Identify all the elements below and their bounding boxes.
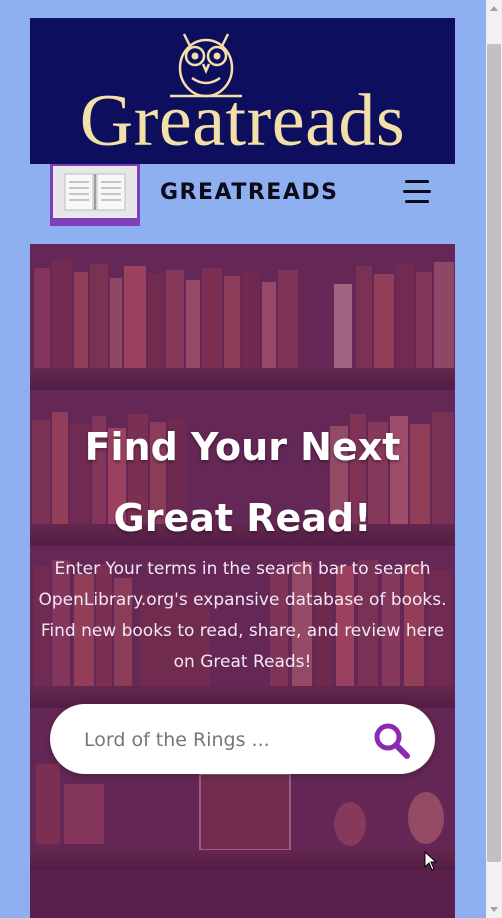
- page-scrollbar[interactable]: [486, 0, 502, 918]
- brand-name[interactable]: GREATREADS: [160, 180, 338, 205]
- site-banner: Greatreads: [30, 18, 455, 164]
- navbar: GREATREADS: [30, 164, 455, 244]
- greatreads-wordmark[interactable]: Greatreads: [30, 76, 455, 166]
- scroll-down-arrow-icon[interactable]: [490, 907, 498, 912]
- hero-section: Find Your Next Great Read! Enter Your te…: [30, 244, 455, 918]
- scroll-up-arrow-icon[interactable]: [490, 6, 498, 11]
- search-bar: [50, 704, 435, 774]
- open-book-icon[interactable]: [50, 164, 140, 226]
- page: Greatreads GREATREADS Find Your Next Gre…: [30, 18, 455, 918]
- hero-headline: Find Your Next Great Read!: [30, 412, 455, 554]
- search-input[interactable]: [82, 724, 346, 756]
- mouse-pointer-icon: [424, 851, 438, 871]
- headline-line-1: Find Your Next: [84, 425, 401, 469]
- book-pages-icon: [64, 173, 126, 211]
- scrollbar-thumb[interactable]: [487, 44, 501, 862]
- headline-line-2: Great Read!: [113, 496, 372, 540]
- hero-intro-text: Enter Your terms in the search bar to se…: [38, 559, 447, 672]
- hamburger-menu-icon[interactable]: [403, 180, 431, 204]
- search-icon[interactable]: [372, 721, 412, 761]
